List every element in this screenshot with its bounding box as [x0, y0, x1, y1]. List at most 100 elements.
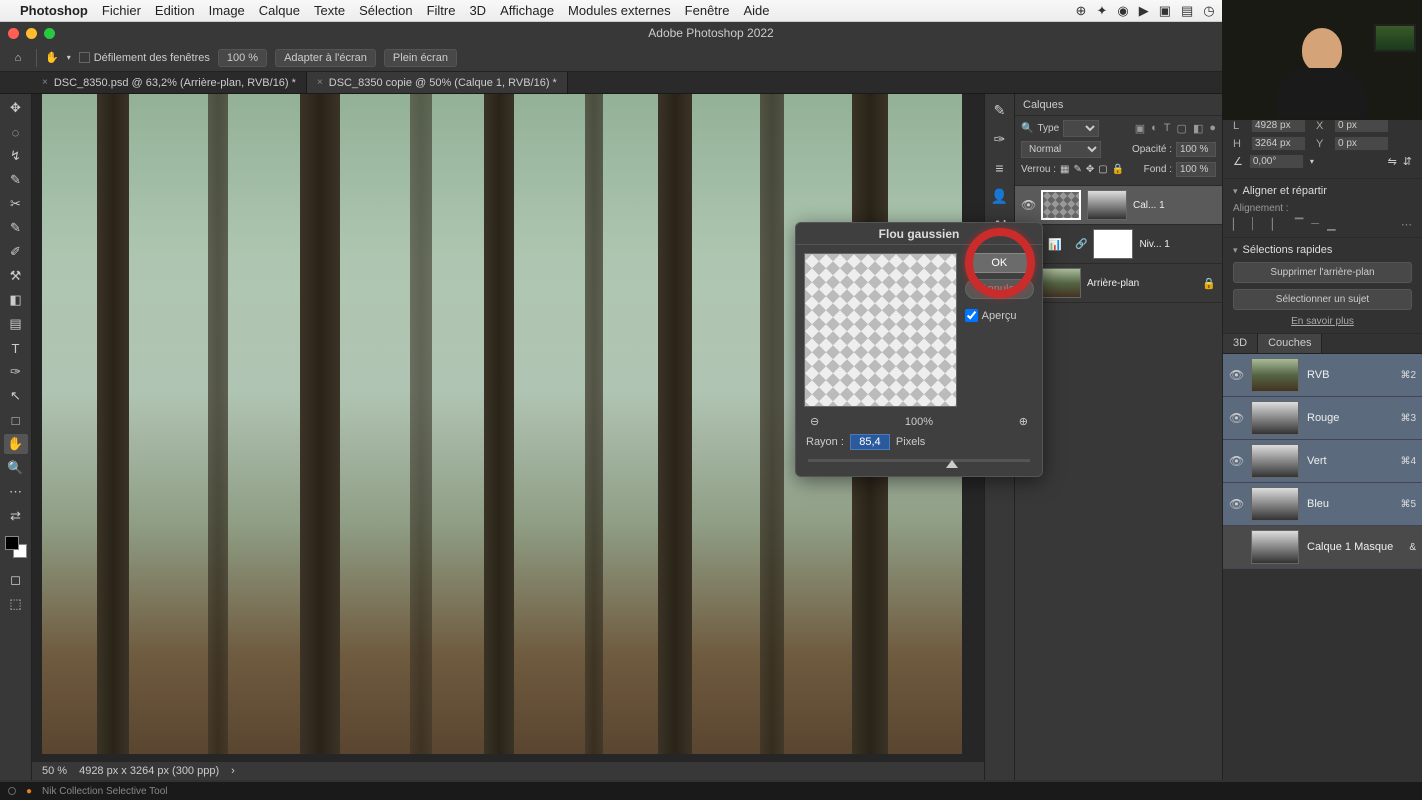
close-icon[interactable] — [8, 787, 16, 795]
filter-shape-icon[interactable]: ▢ — [1177, 122, 1187, 135]
scroll-windows-check[interactable]: Défilement des fenêtres — [79, 52, 210, 64]
opacity-field[interactable] — [1176, 142, 1216, 157]
status-icon[interactable]: ▤ — [1181, 3, 1193, 19]
link-icon[interactable]: 🔗 — [1075, 239, 1087, 250]
visibility-toggle-icon[interactable]: 👁 — [1021, 198, 1035, 212]
tab-3d[interactable]: 3D — [1223, 334, 1258, 353]
close-icon[interactable]: × — [42, 77, 48, 88]
hand-tool-icon[interactable]: ✋ — [4, 434, 28, 454]
menu-filtre[interactable]: Filtre — [427, 3, 456, 18]
dropdown-icon[interactable]: ▾ — [67, 53, 71, 62]
preview-checkbox[interactable]: Aperçu — [965, 309, 1034, 322]
full-screen-button[interactable]: Plein écran — [384, 49, 457, 67]
layer-mask-thumbnail[interactable] — [1087, 190, 1127, 220]
screen-mode-icon[interactable]: ⬚ — [4, 594, 28, 614]
lock-position-icon[interactable]: ✥ — [1086, 164, 1094, 175]
panel-icon[interactable]: ✎ — [994, 102, 1006, 119]
stamp-tool-icon[interactable]: ⚒ — [4, 266, 28, 286]
align-top-icon[interactable]: ▔ — [1295, 218, 1303, 231]
lasso-tool-icon[interactable]: ↯ — [4, 146, 28, 166]
kind-filter[interactable] — [1063, 120, 1099, 137]
chevron-right-icon[interactable]: › — [231, 765, 235, 777]
section-title[interactable]: Sélections rapides — [1233, 244, 1412, 256]
move-tool-icon[interactable]: ✥ — [4, 98, 28, 118]
x-field[interactable] — [1334, 118, 1389, 133]
crop-tool-icon[interactable]: ✂ — [4, 194, 28, 214]
more-options-icon[interactable]: ⋯ — [1401, 218, 1412, 231]
layer-thumbnail[interactable] — [1041, 190, 1081, 220]
more-tools-icon[interactable]: ⋯ — [4, 482, 28, 502]
menu-edition[interactable]: Edition — [155, 3, 195, 18]
channel-row[interactable]: 👁 RVB ⌘2 — [1223, 354, 1422, 397]
app-name[interactable]: Photoshop — [20, 3, 88, 18]
zoom-readout[interactable]: 50 % — [42, 765, 67, 777]
marquee-tool-icon[interactable]: ◌ — [4, 122, 28, 142]
filter-pixel-icon[interactable]: ▣ — [1135, 122, 1145, 135]
align-center-h-icon[interactable]: │ — [1249, 218, 1256, 231]
align-right-icon[interactable]: ▕ — [1264, 218, 1272, 231]
panel-icon[interactable]: 👤 — [991, 188, 1008, 205]
gradient-tool-icon[interactable]: ▤ — [4, 314, 28, 334]
channel-row[interactable]: 👁 Rouge ⌘3 — [1223, 397, 1422, 440]
height-field[interactable] — [1251, 136, 1306, 151]
filter-toggle-icon[interactable]: ● — [1209, 122, 1216, 135]
menu-texte[interactable]: Texte — [314, 3, 345, 18]
visibility-toggle-icon[interactable]: 👁 — [1229, 411, 1243, 425]
channel-row[interactable]: 👁 Bleu ⌘5 — [1223, 483, 1422, 526]
edit-toolbar-icon[interactable]: ⇄ — [4, 506, 28, 526]
blend-mode-select[interactable]: Normal — [1021, 141, 1101, 158]
hand-tool-icon[interactable]: ✋ — [45, 51, 59, 64]
menu-calque[interactable]: Calque — [259, 3, 300, 18]
flip-v-icon[interactable]: ⇵ — [1403, 155, 1412, 168]
filter-preview[interactable] — [804, 253, 957, 407]
status-icon[interactable]: ▣ — [1159, 3, 1171, 19]
layer[interactable]: 👁 Arrière-plan 🔒 — [1015, 264, 1222, 303]
width-field[interactable] — [1251, 118, 1306, 133]
filter-smart-icon[interactable]: ◧ — [1193, 122, 1203, 135]
search-icon[interactable]: 🔍 — [1021, 123, 1033, 134]
quick-mask-icon[interactable]: ◻ — [4, 570, 28, 590]
eyedropper-tool-icon[interactable]: ✎ — [4, 218, 28, 238]
remove-bg-button[interactable]: Supprimer l'arrière-plan — [1233, 262, 1412, 283]
status-icon[interactable]: ✦ — [1096, 3, 1107, 19]
lock-image-icon[interactable]: ✎ — [1073, 164, 1081, 175]
document-tab[interactable]: × DSC_8350 copie @ 50% (Calque 1, RVB/16… — [307, 72, 568, 93]
layer-mask-thumbnail[interactable] — [1093, 229, 1133, 259]
channel-row[interactable]: 👁 Vert ⌘4 — [1223, 440, 1422, 483]
status-icon[interactable]: ⊕ — [1076, 3, 1087, 19]
lock-all-icon[interactable]: 🔒 — [1112, 164, 1124, 175]
status-icon[interactable]: ◷ — [1203, 3, 1214, 19]
y-field[interactable] — [1334, 136, 1389, 151]
menu-affichage[interactable]: Affichage — [500, 3, 554, 18]
shape-tool-icon[interactable]: □ — [4, 410, 28, 430]
filter-type-icon[interactable]: T — [1164, 122, 1171, 135]
filter-adjust-icon[interactable]: ◐ — [1151, 122, 1158, 135]
layer-name[interactable]: Niv... 1 — [1139, 239, 1216, 250]
menu-modules[interactable]: Modules externes — [568, 3, 671, 18]
document-tab[interactable]: × DSC_8350.psd @ 63,2% (Arrière-plan, RV… — [32, 72, 307, 93]
menu-aide[interactable]: Aide — [743, 3, 769, 18]
zoom-tool-icon[interactable]: 🔍 — [4, 458, 28, 478]
section-title[interactable]: Aligner et répartir — [1233, 185, 1412, 197]
fill-field[interactable] — [1176, 162, 1216, 177]
dropdown-icon[interactable]: ▾ — [1310, 157, 1314, 166]
window-close[interactable] — [8, 28, 19, 39]
layer-thumbnail[interactable] — [1041, 268, 1081, 298]
lock-artboard-icon[interactable]: ▢ — [1098, 164, 1107, 175]
fit-screen-button[interactable]: Adapter à l'écran — [275, 49, 376, 67]
visibility-toggle-icon[interactable]: 👁 — [1229, 368, 1243, 382]
flip-h-icon[interactable]: ⇋ — [1388, 155, 1397, 168]
menu-selection[interactable]: Sélection — [359, 3, 412, 18]
wand-tool-icon[interactable]: ✎ — [4, 170, 28, 190]
layer[interactable]: 📊 🔗 Niv... 1 — [1015, 225, 1222, 264]
select-subject-button[interactable]: Sélectionner un sujet — [1233, 289, 1412, 310]
visibility-toggle-icon[interactable]: 👁 — [1229, 454, 1243, 468]
align-bottom-icon[interactable]: ▁ — [1327, 218, 1335, 231]
cancel-button[interactable]: Annuler — [965, 279, 1034, 299]
ok-button[interactable]: OK — [965, 253, 1034, 273]
lock-transparency-icon[interactable]: ▦ — [1060, 164, 1069, 175]
align-center-v-icon[interactable]: ─ — [1311, 218, 1319, 231]
menu-3d[interactable]: 3D — [469, 3, 486, 18]
menu-fichier[interactable]: Fichier — [102, 3, 141, 18]
brush-tool-icon[interactable]: ✐ — [4, 242, 28, 262]
